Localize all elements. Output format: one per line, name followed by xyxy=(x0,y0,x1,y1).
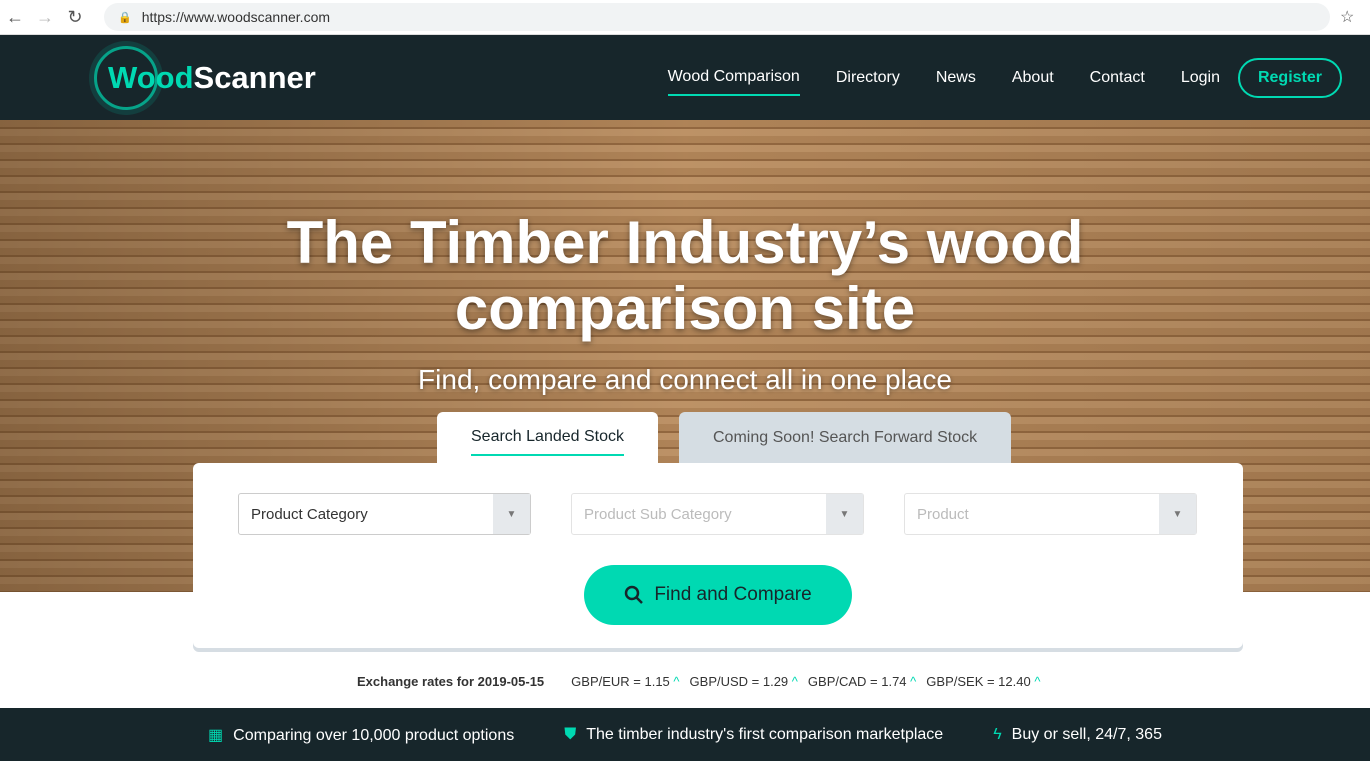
rate-text: GBP/SEK = 12.40 xyxy=(926,674,1031,689)
rate-text: GBP/USD = 1.29 xyxy=(689,674,789,689)
logo-text-scanner: Scanner xyxy=(193,59,316,95)
arrow-up-icon: ^ xyxy=(910,674,917,689)
forward-icon[interactable]: → xyxy=(30,7,60,28)
title-line-1: The Timber Industry’s wood xyxy=(286,209,1084,276)
chevron-down-icon: ▼ xyxy=(493,494,530,534)
shield-icon: ⛊ xyxy=(564,725,577,743)
main-nav: Wood Comparison Directory News About Con… xyxy=(667,57,1342,98)
feature-247: ϟ Buy or sell, 24/7, 365 xyxy=(993,726,1162,744)
feature-marketplace: ⛊ The timber industry's first comparison … xyxy=(564,726,943,744)
rate-usd: GBP/USD = 1.29 ^ xyxy=(690,674,798,689)
search-tabs: Search Landed Stock Coming Soon! Search … xyxy=(437,412,1012,463)
find-and-compare-button[interactable]: Find and Compare xyxy=(584,565,852,625)
nav-about[interactable]: About xyxy=(1012,69,1054,87)
register-button[interactable]: Register xyxy=(1237,57,1342,98)
rate-text: GBP/EUR = 1.15 xyxy=(571,674,670,689)
search-icon xyxy=(625,585,644,604)
rate-text: GBP/CAD = 1.74 xyxy=(807,674,907,689)
product-sub-category-select[interactable]: Product Sub Category ▼ xyxy=(571,493,864,535)
chevron-down-icon: ▼ xyxy=(826,494,863,534)
product-select[interactable]: Product ▼ xyxy=(904,493,1197,535)
nav-contact[interactable]: Contact xyxy=(1090,69,1145,87)
arrow-up-icon: ^ xyxy=(673,674,680,689)
site-header: Wood Scanner Wood Comparison Directory Ne… xyxy=(0,35,1370,120)
lock-icon: 🔒 xyxy=(118,11,132,24)
feature-text: The timber industry's first comparison m… xyxy=(586,725,944,743)
url-text: https://www.woodscanner.com xyxy=(141,9,331,25)
select-label: Product Category xyxy=(251,505,368,523)
feature-text: Buy or sell, 24/7, 365 xyxy=(1011,725,1162,743)
nav-news[interactable]: News xyxy=(936,69,976,87)
button-label: Find and Compare xyxy=(654,584,812,605)
tab-label: Search Landed Stock xyxy=(471,420,624,456)
chevron-down-icon: ▼ xyxy=(1159,494,1196,534)
hero-subtitle: Find, compare and connect all in one pla… xyxy=(418,364,952,395)
tab-landed-stock[interactable]: Search Landed Stock xyxy=(437,412,658,463)
rate-eur: GBP/EUR = 1.15 ^ xyxy=(571,674,679,689)
select-label: Product xyxy=(917,505,969,523)
tab-forward-stock[interactable]: Coming Soon! Search Forward Stock xyxy=(679,412,1012,463)
feature-products: ▦ Comparing over 10,000 product options xyxy=(208,725,514,745)
logo[interactable]: Wood Scanner xyxy=(94,45,316,110)
search-card: Product Category ▼ Product Sub Category ▼ … xyxy=(193,463,1243,648)
arrow-up-icon: ^ xyxy=(791,674,798,689)
feature-bar: ▦ Comparing over 10,000 product options ⛊… xyxy=(0,708,1370,761)
title-line-2: comparison site xyxy=(454,275,916,342)
address-bar[interactable]: 🔒 https://www.woodscanner.com xyxy=(104,3,1330,31)
logo-text-wood: Wood xyxy=(108,59,194,95)
lightning-icon: ϟ xyxy=(993,725,1002,743)
reload-icon[interactable]: ↻ xyxy=(60,7,90,28)
exchange-label: Exchange rates for 2019-05-15 xyxy=(357,674,545,689)
rate-sek: GBP/SEK = 12.40 ^ xyxy=(926,674,1040,689)
rate-cad: GBP/CAD = 1.74 ^ xyxy=(808,674,916,689)
exchange-rates: Exchange rates for 2019-05-15 GBP/EUR = … xyxy=(357,674,1040,689)
grid-icon: ▦ xyxy=(208,726,224,744)
arrow-up-icon: ^ xyxy=(1034,674,1041,689)
select-label: Product Sub Category xyxy=(584,505,732,523)
browser-bar: ← → ↻ 🔒 https://www.woodscanner.com ☆ xyxy=(0,0,1370,35)
nav-directory[interactable]: Directory xyxy=(836,69,900,87)
nav-wood-comparison[interactable]: Wood Comparison xyxy=(667,60,800,96)
feature-text: Comparing over 10,000 product options xyxy=(233,726,515,744)
hero-title: The Timber Industry’s wood comparison sit… xyxy=(0,120,1370,342)
nav-login[interactable]: Login xyxy=(1181,69,1220,87)
back-icon[interactable]: ← xyxy=(0,7,30,28)
star-icon[interactable]: ☆ xyxy=(1340,7,1370,27)
product-category-select[interactable]: Product Category ▼ xyxy=(238,493,531,535)
